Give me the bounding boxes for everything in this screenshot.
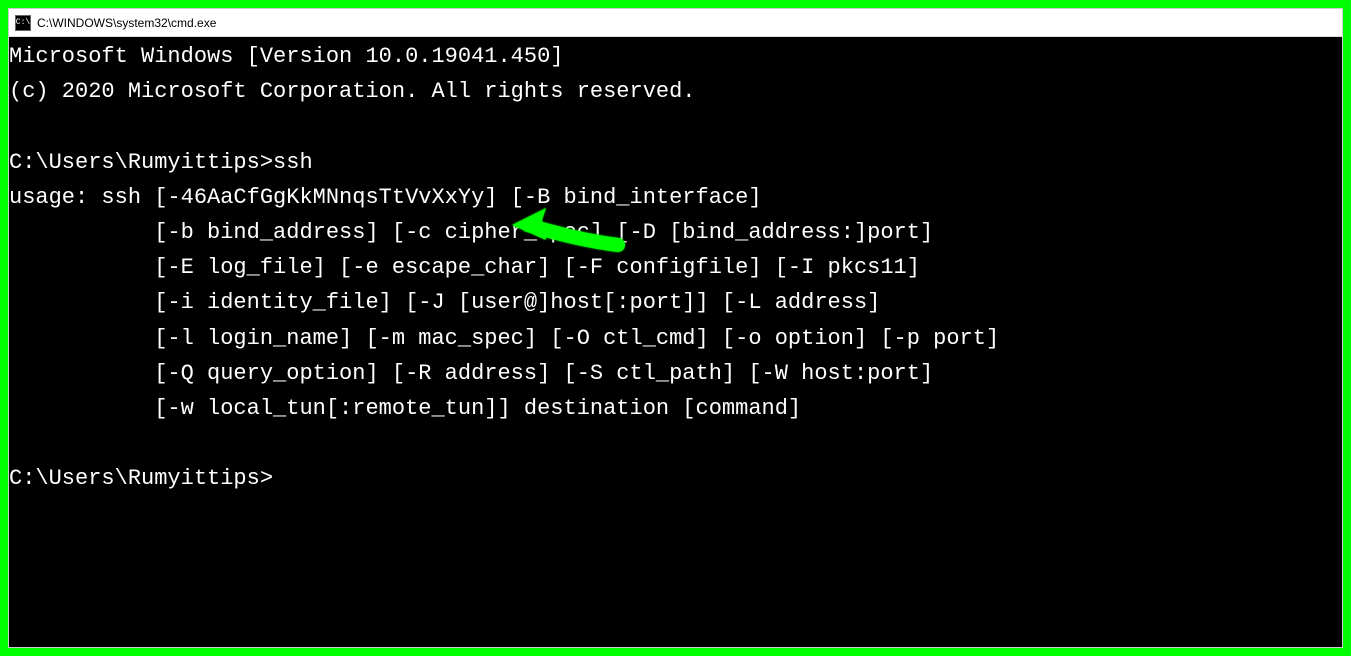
terminal-line: [-l login_name] [-m mac_spec] [-O ctl_cm… <box>9 326 999 351</box>
window-title: C:\WINDOWS\system32\cmd.exe <box>37 16 216 30</box>
terminal-line: [-b bind_address] [-c cipher_spec] [-D [… <box>9 220 933 245</box>
terminal-line: (c) 2020 Microsoft Corporation. All righ… <box>9 79 696 104</box>
cmd-window: C:\ C:\WINDOWS\system32\cmd.exe Microsof… <box>8 8 1343 648</box>
terminal-line: C:\Users\Rumyittips>ssh <box>9 150 313 175</box>
terminal-line: [-E log_file] [-e escape_char] [-F confi… <box>9 255 920 280</box>
terminal-line: usage: ssh [-46AaCfGgKkMNnqsTtVvXxYy] [-… <box>9 185 762 210</box>
titlebar[interactable]: C:\ C:\WINDOWS\system32\cmd.exe <box>9 9 1342 37</box>
cmd-icon: C:\ <box>15 15 31 31</box>
terminal-line: [-i identity_file] [-J [user@]host[:port… <box>9 290 880 315</box>
terminal-line: [-w local_tun[:remote_tun]] destination … <box>9 396 801 421</box>
terminal-line: Microsoft Windows [Version 10.0.19041.45… <box>9 44 564 69</box>
terminal-line: C:\Users\Rumyittips> <box>9 466 273 491</box>
terminal-line: [-Q query_option] [-R address] [-S ctl_p… <box>9 361 933 386</box>
terminal-output[interactable]: Microsoft Windows [Version 10.0.19041.45… <box>9 37 1342 647</box>
